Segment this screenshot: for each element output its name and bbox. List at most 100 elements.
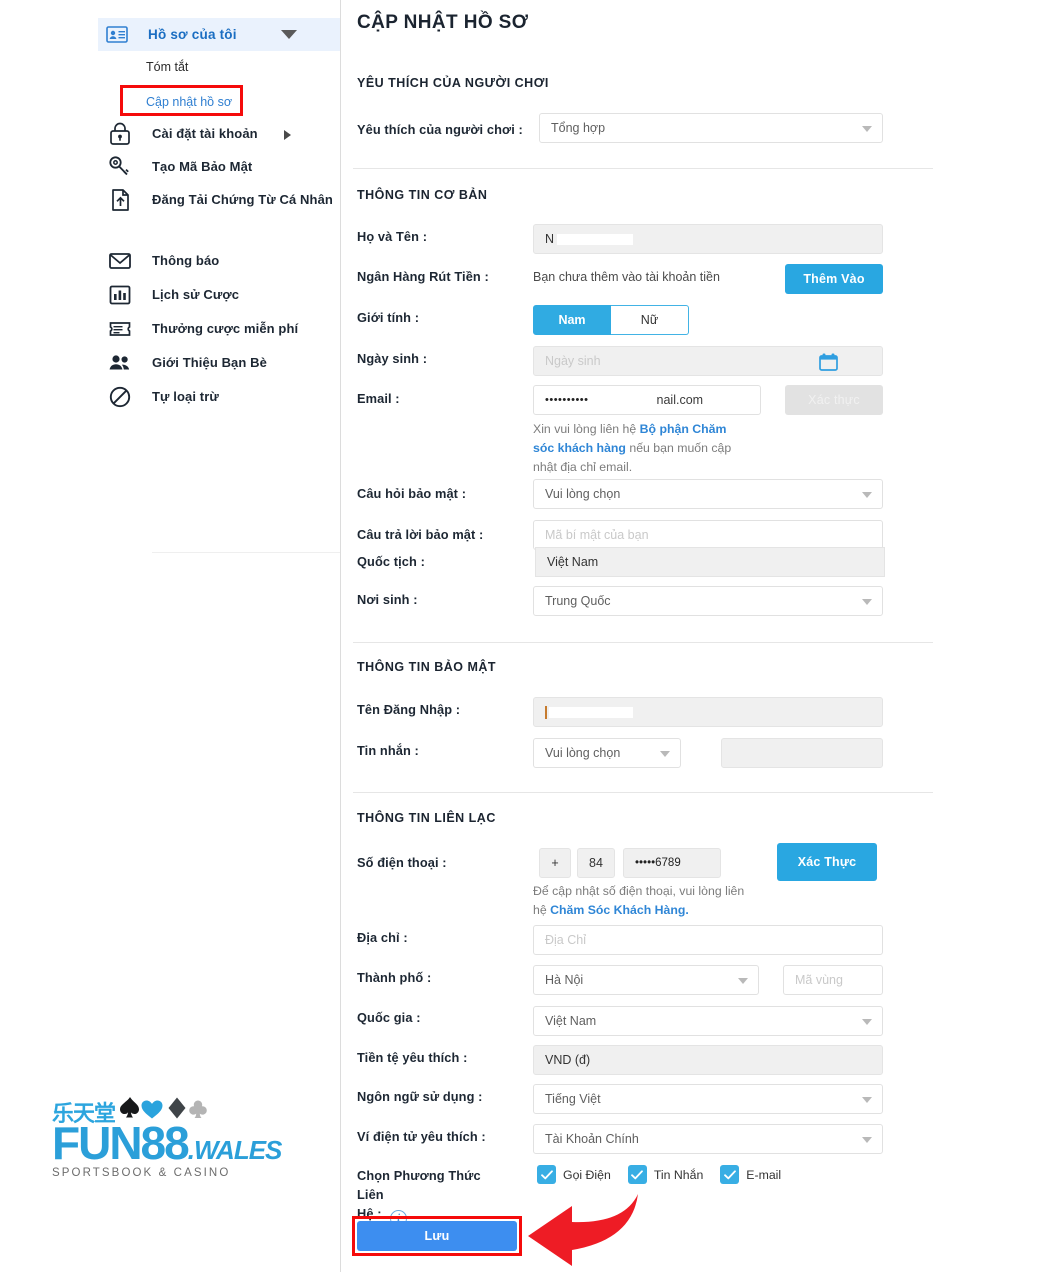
input-message-extra bbox=[721, 738, 883, 768]
select-birthplace-value: Trung Quốc bbox=[545, 594, 611, 608]
section-title-security-info: THÔNG TIN BẢO MẬT bbox=[357, 660, 497, 674]
sidebar-item-bet-history[interactable]: Lịch sử Cược bbox=[106, 281, 239, 309]
logo-suffix-text: .WALES bbox=[187, 1135, 283, 1165]
sidebar-item-account-settings[interactable]: Cài đặt tài khoản bbox=[106, 120, 291, 148]
label-city: Thành phố : bbox=[357, 970, 432, 985]
input-phone-number: •••••6789 bbox=[623, 848, 721, 878]
select-language[interactable]: Tiếng Việt bbox=[533, 1084, 883, 1114]
input-currency-value: VND (đ) bbox=[545, 1053, 591, 1067]
id-card-icon bbox=[106, 26, 128, 43]
chevron-down-icon bbox=[660, 751, 670, 757]
label-wallet: Ví điện tử yêu thích : bbox=[357, 1129, 486, 1144]
input-phone-plus: + bbox=[539, 848, 571, 878]
label-phone: Số điện thoại : bbox=[357, 855, 447, 870]
contact-method-checkboxes: Gọi Điện Tin Nhắn E-mail bbox=[537, 1165, 798, 1184]
input-area-code[interactable]: Mã vùng bbox=[783, 965, 883, 995]
input-date-of-birth[interactable]: Ngày sinh bbox=[533, 346, 883, 376]
sidebar-item-security-code[interactable]: Tạo Mã Bảo Mật bbox=[106, 153, 252, 181]
input-nationality: Việt Nam bbox=[535, 547, 885, 577]
fun88-logo: 乐天堂 FUN88 .WALES SPORTSBOOK & CASINO bbox=[52, 1096, 308, 1179]
label-currency: Tiền tệ yêu thích : bbox=[357, 1050, 468, 1065]
redaction-bar bbox=[549, 706, 633, 718]
gender-option-female[interactable]: Nữ bbox=[611, 305, 689, 335]
ticket-icon bbox=[106, 315, 134, 343]
sidebar-item-upload-documents[interactable]: Đăng Tải Chứng Từ Cá Nhân bbox=[106, 186, 336, 214]
sidebar-item-account-settings-label: Cài đặt tài khoản bbox=[152, 125, 258, 141]
label-date-of-birth: Ngày sinh : bbox=[357, 351, 428, 366]
select-player-preference[interactable]: Tổng hợp bbox=[539, 113, 883, 143]
label-username: Tên Đăng Nhập : bbox=[357, 702, 461, 717]
sidebar-item-my-profile[interactable]: Hồ sơ của tôi bbox=[98, 18, 341, 51]
label-address: Địa chỉ : bbox=[357, 930, 408, 945]
select-message-value: Vui lòng chọn bbox=[545, 746, 621, 760]
input-security-answer[interactable]: Mã bí mật của bạn bbox=[533, 520, 883, 550]
add-bank-button[interactable]: Thêm Vào bbox=[785, 264, 883, 294]
sidebar-item-notifications-label: Thông báo bbox=[152, 252, 220, 268]
select-message[interactable]: Vui lòng chọn bbox=[533, 738, 681, 768]
verify-phone-button[interactable]: Xác Thực bbox=[777, 843, 877, 881]
chevron-down-icon bbox=[862, 1019, 872, 1025]
checkbox-email[interactable] bbox=[720, 1165, 740, 1184]
input-phone-country-code-value: 84 bbox=[589, 856, 603, 870]
page-title: CẬP NHẬT HỒ SƠ bbox=[357, 12, 529, 33]
input-address[interactable]: Địa Chỉ bbox=[533, 925, 883, 955]
select-player-preference-value: Tổng hợp bbox=[551, 121, 606, 135]
gender-option-male[interactable]: Nam bbox=[533, 305, 611, 335]
select-country-value: Việt Nam bbox=[545, 1014, 597, 1028]
sidebar-item-free-bets[interactable]: Thưởng cược miễn phí bbox=[106, 315, 298, 343]
input-address-placeholder: Địa Chỉ bbox=[545, 933, 586, 947]
input-date-of-birth-placeholder: Ngày sinh bbox=[545, 354, 601, 368]
gender-toggle[interactable]: Nam Nữ bbox=[533, 305, 689, 335]
label-contact-method-line1: Chọn Phương Thức Liên bbox=[357, 1168, 481, 1203]
left-divider bbox=[152, 552, 342, 553]
highlight-box-update-profile bbox=[120, 85, 243, 116]
input-email: •••••••••• nail.com bbox=[533, 385, 761, 415]
input-fullname: N bbox=[533, 224, 883, 254]
sidebar-item-self-exclusion[interactable]: Tự loại trừ bbox=[106, 383, 219, 411]
select-security-question[interactable]: Vui lòng chọn bbox=[533, 479, 883, 509]
bar-chart-icon bbox=[106, 281, 134, 309]
chevron-down-icon bbox=[862, 1137, 872, 1143]
sidebar-item-refer-friends[interactable]: Giới Thiệu Bạn Bè bbox=[106, 349, 267, 377]
calendar-icon[interactable] bbox=[819, 353, 838, 371]
input-username bbox=[533, 697, 883, 727]
label-country: Quốc gia : bbox=[357, 1010, 421, 1025]
checkbox-call[interactable] bbox=[537, 1165, 556, 1184]
section-title-basic-info: THÔNG TIN CƠ BẢN bbox=[357, 188, 488, 202]
select-wallet[interactable]: Tài Khoản Chính bbox=[533, 1124, 883, 1154]
input-fullname-value: N bbox=[545, 232, 555, 246]
select-city[interactable]: Hà Nội bbox=[533, 965, 759, 995]
key-icon bbox=[106, 153, 134, 181]
verify-email-button: Xác thực bbox=[785, 385, 883, 415]
select-country[interactable]: Việt Nam bbox=[533, 1006, 883, 1036]
customer-care-link[interactable]: Chăm Sóc Khách Hàng. bbox=[550, 903, 689, 917]
sidebar-subitem-summary[interactable]: Tóm tắt bbox=[146, 60, 188, 74]
email-update-note: Xin vui lòng liên hệ Bộ phận Chăm sóc kh… bbox=[533, 420, 748, 477]
select-city-value: Hà Nội bbox=[545, 973, 584, 987]
annotation-arrow bbox=[520, 1192, 650, 1272]
input-phone-number-value: •••••6789 bbox=[635, 857, 681, 869]
checkbox-sms-label: Tin Nhắn bbox=[653, 1167, 704, 1182]
redaction-bar bbox=[588, 394, 657, 406]
label-nationality: Quốc tịch : bbox=[357, 554, 425, 569]
chevron-down-icon bbox=[738, 978, 748, 984]
sidebar-item-notifications[interactable]: Thông báo bbox=[106, 247, 219, 275]
checkbox-sms[interactable] bbox=[627, 1165, 647, 1184]
label-security-answer: Câu trả lời bảo mật : bbox=[357, 527, 484, 542]
block-icon bbox=[106, 383, 134, 411]
input-security-answer-placeholder: Mã bí mật của bạn bbox=[545, 528, 649, 542]
input-email-domain: nail.com bbox=[656, 393, 704, 407]
select-language-value: Tiếng Việt bbox=[545, 1092, 601, 1106]
section-title-contact-info: THÔNG TIN LIÊN LẠC bbox=[357, 811, 496, 825]
select-birthplace[interactable]: Trung Quốc bbox=[533, 586, 883, 616]
divider bbox=[353, 168, 933, 169]
lock-icon bbox=[106, 120, 134, 148]
profile-update-page: Hồ sơ của tôi Tóm tắt Cập nhật hồ sơ Cài… bbox=[0, 0, 1038, 1272]
chevron-down-icon bbox=[862, 1097, 872, 1103]
input-currency: VND (đ) bbox=[533, 1045, 883, 1075]
chevron-down-icon bbox=[862, 492, 872, 498]
section-title-player-preferences: YÊU THÍCH CỦA NGƯỜI CHƠI bbox=[357, 76, 549, 90]
sidebar-item-bet-history-label: Lịch sử Cược bbox=[152, 286, 240, 302]
input-phone-country-code: 84 bbox=[577, 848, 615, 878]
label-security-question: Câu hỏi bảo mật : bbox=[357, 486, 467, 501]
